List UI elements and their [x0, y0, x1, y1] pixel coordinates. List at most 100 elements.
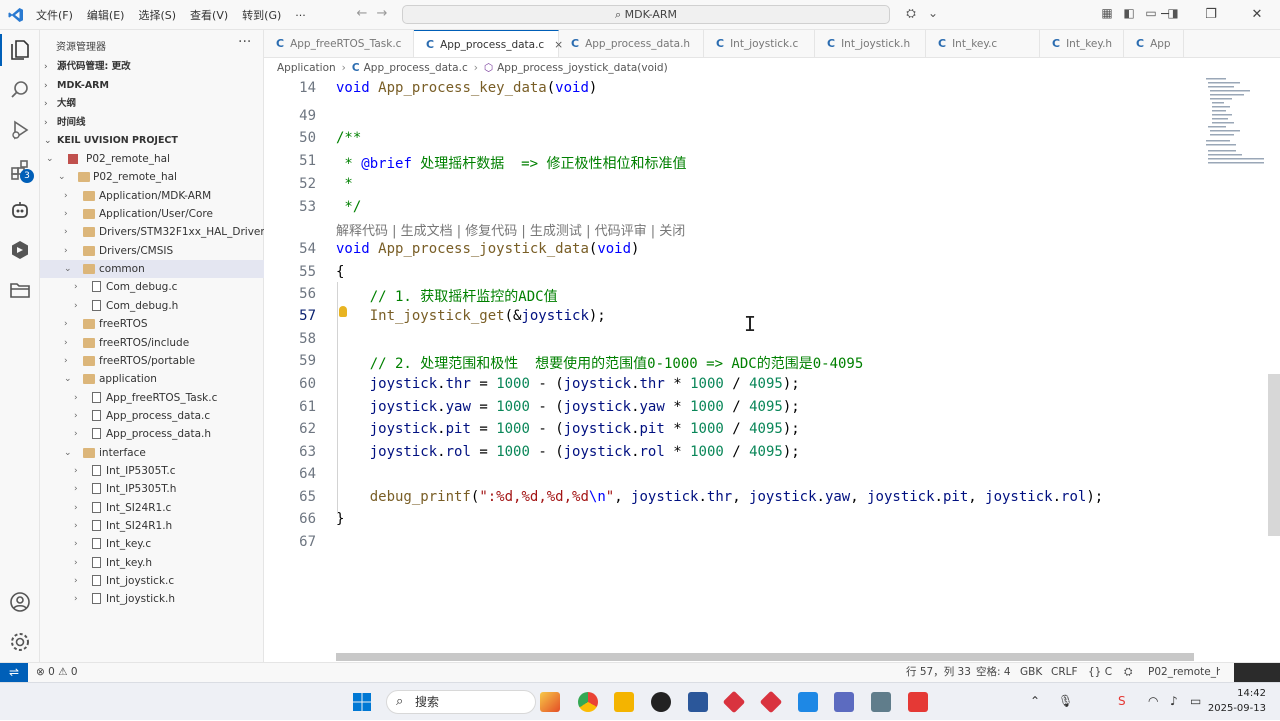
wps-icon[interactable]	[908, 692, 928, 712]
copilot-icon[interactable]: ⛭	[900, 6, 922, 21]
code-line[interactable]: // 2. 处理范围和极性 想要使用的范围值0-1000 => ADC的范围是0…	[336, 353, 864, 373]
word-icon[interactable]	[688, 692, 708, 712]
tree-folder-item[interactable]: › freeRTOS/include	[40, 334, 264, 352]
keil-extension-icon[interactable]	[8, 238, 32, 262]
code-line[interactable]: joystick.thr = 1000 - (joystick.thr * 10…	[336, 376, 800, 392]
tree-file-item[interactable]: › Int_SI24R1.c	[40, 499, 264, 517]
tree-file-item[interactable]: › Com_debug.c	[40, 278, 264, 296]
ai-codelens[interactable]: 解释代码 | 生成文档 | 修复代码 | 生成测试 | 代码评审 | 关闭	[336, 220, 685, 239]
code-line[interactable]: *	[336, 176, 352, 192]
project-status[interactable]: P02_remote_ha	[1148, 663, 1220, 682]
sidebar-section[interactable]: › 时间线	[40, 114, 264, 132]
indentation[interactable]: 空格: 4	[976, 663, 1011, 682]
forward-arrow-icon[interactable]: →	[372, 6, 392, 21]
restore-icon[interactable]: ❐	[1188, 0, 1234, 30]
close-icon[interactable]: ✕	[1234, 0, 1280, 30]
breadcrumb-symbol[interactable]: App_process_joystick_data(void)	[497, 62, 668, 74]
xmind-icon-2[interactable]	[759, 690, 783, 714]
tree-file-item[interactable]: › App_process_data.c	[40, 407, 264, 425]
sidebar-section[interactable]: › MDK-ARM	[40, 77, 264, 95]
cursor-position[interactable]: 行 57，列 33	[906, 663, 971, 682]
horizontal-scrollbar[interactable]	[336, 653, 1194, 661]
encoding[interactable]: GBK	[1020, 663, 1042, 682]
tree-folder-item[interactable]: ⌄ P02_remote_hal	[40, 168, 264, 186]
code-line[interactable]: void App_process_joystick_data(void)	[336, 241, 639, 257]
explorer-icon[interactable]	[8, 38, 32, 62]
input-method-icon[interactable]: S	[1118, 694, 1126, 708]
app-icon-4[interactable]	[651, 692, 671, 712]
code-line[interactable]: {	[336, 264, 344, 280]
editor-tab[interactable]: C App_freeRTOS_Task.c	[264, 30, 414, 57]
folder-view-icon[interactable]	[8, 278, 32, 302]
editor-tab[interactable]: C App	[1124, 30, 1184, 57]
code-editor[interactable]: 14 void App_process_key_data(void) 49 50 /**…	[264, 78, 1204, 662]
camera-icon[interactable]	[871, 692, 891, 712]
breadcrumb-file[interactable]: App_process_data.c	[364, 62, 468, 74]
app-icon-1[interactable]	[540, 692, 560, 712]
editor-tab[interactable]: C Int_key.h	[1040, 30, 1124, 57]
end-of-line[interactable]: CRLF	[1051, 663, 1078, 682]
code-line[interactable]: joystick.pit = 1000 - (joystick.pit * 10…	[336, 421, 800, 437]
editor-tab[interactable]: C App_process_data.h	[559, 30, 704, 57]
menu-more[interactable]: ···	[295, 9, 306, 22]
vscode-logo-icon[interactable]	[8, 7, 24, 23]
language-mode[interactable]: {} C	[1088, 663, 1112, 682]
tree-file-item[interactable]: › App_process_data.h	[40, 425, 264, 443]
tree-folder-item[interactable]: › Application/MDK-ARM	[40, 187, 264, 205]
copilot-status-icon[interactable]: ⛭	[1124, 663, 1132, 682]
gear-icon[interactable]	[8, 630, 32, 654]
account-icon[interactable]	[8, 590, 32, 614]
tree-folder-item[interactable]: › freeRTOS/portable	[40, 352, 264, 370]
vertical-scrollbar[interactable]	[1268, 374, 1280, 536]
chevron-down-icon[interactable]: ⌄	[922, 6, 944, 21]
menu-edit[interactable]: 编辑(E)	[87, 7, 125, 23]
taskbar-search[interactable]: ⌕ 搜索	[386, 690, 536, 714]
editor-tab[interactable]: C Int_joystick.c	[704, 30, 815, 57]
tree-file-item[interactable]: › Com_debug.h	[40, 297, 264, 315]
xmind-icon[interactable]	[722, 690, 746, 714]
menu-selection[interactable]: 选择(S)	[138, 7, 176, 23]
tree-folder-item[interactable]: › freeRTOS	[40, 315, 264, 333]
file-explorer-icon[interactable]	[614, 692, 634, 712]
chrome-icon[interactable]	[578, 692, 598, 712]
more-actions-icon[interactable]: ···	[238, 34, 251, 50]
sidebar-section[interactable]: › 源代码管理: 更改	[40, 58, 264, 76]
editor-tab[interactable]: C Int_joystick.h	[815, 30, 926, 57]
code-line[interactable]: // 1. 获取摇杆监控的ADC值	[336, 286, 558, 306]
tree-folder-item[interactable]: ⌄ P02_remote_hal	[40, 150, 264, 168]
code-line[interactable]: */	[336, 199, 361, 215]
editor-tab[interactable]: C Int_key.c	[926, 30, 1040, 57]
tree-file-item[interactable]: › Int_SI24R1.h	[40, 517, 264, 535]
code-line[interactable]: debug_printf(":%d,%d,%d,%d\n", joystick.…	[336, 489, 1103, 505]
tree-file-item[interactable]: › App_freeRTOS_Task.c	[40, 389, 264, 407]
tree-file-item[interactable]: › Int_key.c	[40, 535, 264, 553]
app-icon-8[interactable]	[834, 692, 854, 712]
robot-assistant-icon[interactable]	[8, 198, 32, 222]
notification-icon[interactable]	[1234, 663, 1280, 682]
tree-file-item[interactable]: › Int_joystick.h	[40, 590, 264, 608]
tree-file-item[interactable]: › Int_IP5305T.h	[40, 480, 264, 498]
chevron-up-icon[interactable]: ⌃	[1030, 694, 1040, 708]
vscode-taskbar-icon[interactable]	[798, 692, 818, 712]
tree-folder-item[interactable]: ⌄ interface	[40, 444, 264, 462]
breadcrumb-folder[interactable]: Application	[277, 62, 336, 74]
menu-go[interactable]: 转到(G)	[242, 7, 281, 23]
run-debug-icon[interactable]	[8, 118, 32, 142]
minimap[interactable]	[1204, 78, 1270, 662]
code-line[interactable]: Int_joystick_get(&joystick);	[336, 308, 606, 324]
tree-folder-item[interactable]: › Drivers/CMSIS	[40, 242, 264, 260]
tree-file-item[interactable]: › Int_joystick.c	[40, 572, 264, 590]
windows-start-icon[interactable]	[352, 692, 372, 712]
toggle-sidebar-icon[interactable]: ◧	[1118, 6, 1140, 21]
tree-folder-item[interactable]: › Application/User/Core	[40, 205, 264, 223]
sidebar-section[interactable]: ⌄ KEIL UVISION PROJECT	[40, 132, 264, 150]
tree-file-item[interactable]: › Int_key.h	[40, 554, 264, 572]
remote-icon[interactable]: ⇌	[0, 663, 28, 682]
microphone-icon[interactable]: 🎙	[1058, 694, 1073, 708]
tree-folder-item[interactable]: ⌄ application	[40, 370, 264, 388]
minimize-icon[interactable]: ─	[1142, 0, 1188, 30]
code-line[interactable]: * @brief 处理摇杆数据 => 修正极性相位和标准值	[336, 153, 686, 173]
code-line[interactable]: joystick.rol = 1000 - (joystick.rol * 10…	[336, 444, 800, 460]
problems-status[interactable]: ⊗ 0 ⚠ 0	[36, 663, 78, 682]
tree-folder-item[interactable]: ⌄ common	[40, 260, 264, 279]
